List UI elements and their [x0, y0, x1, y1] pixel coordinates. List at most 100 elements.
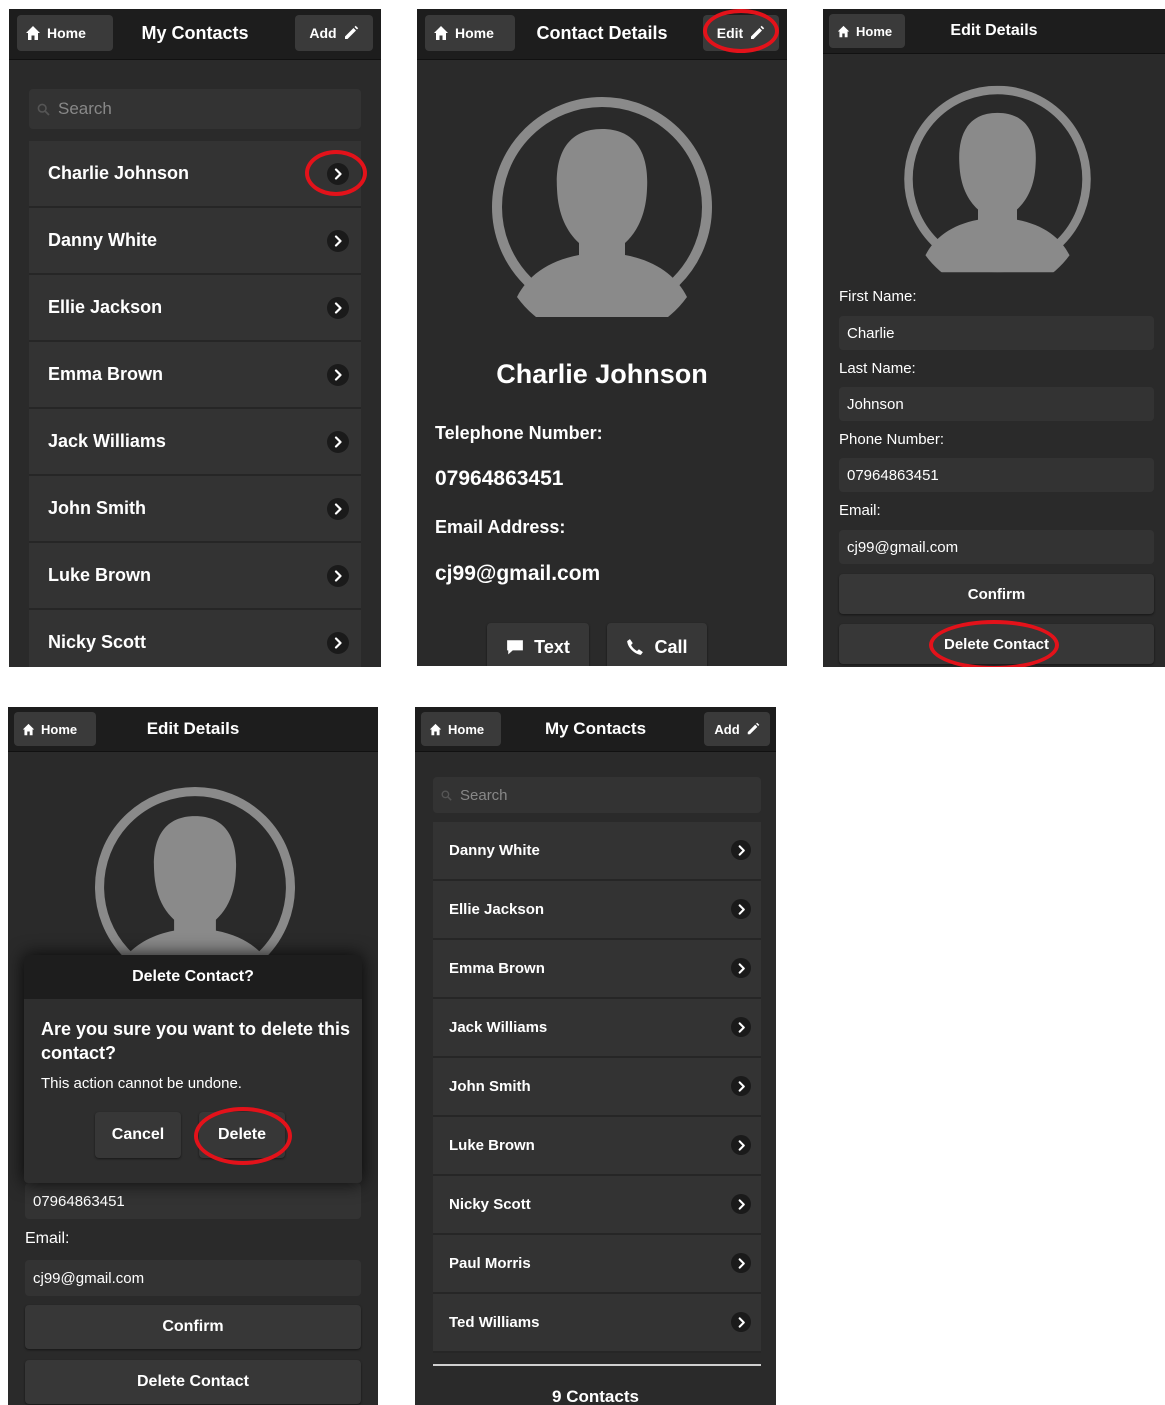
- delete-contact-button[interactable]: Delete Contact: [25, 1360, 361, 1404]
- search-input[interactable]: Search: [29, 89, 361, 129]
- contact-row[interactable]: Jack Williams: [29, 409, 361, 476]
- contact-row[interactable]: Emma Brown: [29, 342, 361, 409]
- add-button[interactable]: Add: [295, 15, 373, 51]
- contact-name: Ted Williams: [449, 1314, 540, 1331]
- add-label: Add: [309, 25, 337, 41]
- screen-delete-confirm: Edit Details Home 07964863451 Email: cj9…: [8, 707, 378, 1405]
- chevron-right-icon[interactable]: [731, 1253, 751, 1273]
- home-button[interactable]: Home: [14, 712, 96, 746]
- chevron-right-icon[interactable]: [327, 163, 349, 185]
- telephone-value: 07964863451: [435, 467, 564, 490]
- contact-name: Ellie Jackson: [48, 297, 163, 317]
- search-icon: [441, 790, 452, 801]
- delete-contact-button[interactable]: Delete Contact: [839, 624, 1154, 664]
- edit-label: Edit: [716, 25, 744, 41]
- contact-row[interactable]: Emma Brown: [433, 940, 761, 999]
- chevron-right-icon[interactable]: [327, 364, 349, 386]
- chevron-right-icon[interactable]: [731, 899, 751, 919]
- home-icon: [25, 25, 41, 41]
- delete-dialog: Delete Contact? Are you sure you want to…: [24, 955, 362, 1183]
- contact-row[interactable]: Ellie Jackson: [29, 275, 361, 342]
- email-field[interactable]: cj99@gmail.com: [839, 530, 1154, 564]
- chevron-right-icon[interactable]: [731, 1017, 751, 1037]
- contact-row[interactable]: Nicky Scott: [433, 1176, 761, 1235]
- chevron-right-icon[interactable]: [327, 431, 349, 453]
- edit-button[interactable]: Edit: [703, 15, 779, 51]
- dialog-question: Are you sure you want to delete this con…: [41, 1019, 351, 1063]
- search-icon: [37, 103, 50, 116]
- contact-name: Luke Brown: [449, 1137, 535, 1154]
- contact-name-heading: Charlie Johnson: [496, 359, 708, 389]
- chevron-right-icon[interactable]: [731, 1135, 751, 1155]
- chevron-right-icon[interactable]: [731, 840, 751, 860]
- contact-row[interactable]: Danny White: [433, 822, 761, 881]
- first-name-field[interactable]: Charlie: [839, 316, 1154, 350]
- contact-row[interactable]: Nicky Scott: [29, 610, 361, 667]
- email-label: Email Address:: [435, 517, 566, 537]
- screen-contact-details: Contact Details Home Edit Charlie Johnso…: [417, 9, 787, 666]
- header-bar: My Contacts Home Add: [9, 9, 381, 60]
- pencil-icon: [749, 25, 765, 41]
- dialog-title: Delete Contact?: [24, 955, 362, 999]
- home-button[interactable]: Home: [425, 15, 515, 51]
- contact-row[interactable]: Paul Morris: [433, 1235, 761, 1294]
- chevron-right-icon[interactable]: [327, 565, 349, 587]
- dialog-note: This action cannot be undone.: [41, 1075, 242, 1092]
- chevron-right-icon[interactable]: [731, 1312, 751, 1332]
- home-label: Home: [47, 25, 86, 41]
- contact-row[interactable]: John Smith: [433, 1058, 761, 1117]
- chevron-right-icon[interactable]: [327, 297, 349, 319]
- contact-count: 9 Contacts: [552, 1387, 639, 1405]
- contact-row[interactable]: Luke Brown: [29, 543, 361, 610]
- contact-row[interactable]: Luke Brown: [433, 1117, 761, 1176]
- text-label: Text: [534, 636, 570, 657]
- delete-button[interactable]: Delete: [199, 1112, 285, 1158]
- telephone-label: Telephone Number:: [435, 423, 603, 443]
- contact-name: Jack Williams: [449, 1019, 548, 1036]
- cancel-button[interactable]: Cancel: [95, 1112, 181, 1158]
- confirm-button[interactable]: Confirm: [839, 574, 1154, 614]
- phone-number-field[interactable]: 07964863451: [25, 1183, 361, 1219]
- contact-row[interactable]: Ted Williams: [433, 1294, 761, 1353]
- contact-name: Ellie Jackson: [449, 901, 545, 918]
- email-label: Email:: [839, 502, 881, 519]
- header-bar: Contact Details Home Edit: [417, 9, 787, 60]
- home-label: Home: [856, 23, 893, 39]
- chevron-right-icon[interactable]: [731, 1076, 751, 1096]
- email-field[interactable]: cj99@gmail.com: [25, 1260, 361, 1296]
- contact-name: John Smith: [449, 1078, 531, 1095]
- chevron-right-icon[interactable]: [327, 230, 349, 252]
- pencil-icon: [746, 722, 760, 736]
- contact-name: Danny White: [449, 842, 540, 859]
- call-button[interactable]: Call: [607, 623, 707, 666]
- chevron-right-icon[interactable]: [731, 958, 751, 978]
- chevron-right-icon[interactable]: [327, 632, 349, 654]
- home-button[interactable]: Home: [17, 15, 113, 51]
- home-button[interactable]: Home: [421, 712, 501, 746]
- phone-number-label: Phone Number:: [839, 431, 945, 448]
- contact-row[interactable]: John Smith: [29, 476, 361, 543]
- contact-name: Jack Williams: [48, 431, 166, 451]
- home-icon: [22, 723, 35, 736]
- confirm-button[interactable]: Confirm: [25, 1305, 361, 1349]
- search-placeholder: Search: [58, 99, 112, 118]
- add-button[interactable]: Add: [704, 712, 770, 746]
- phone-number-field[interactable]: 07964863451: [839, 458, 1154, 492]
- contact-row[interactable]: Jack Williams: [433, 999, 761, 1058]
- contact-row[interactable]: Ellie Jackson: [433, 881, 761, 940]
- chevron-right-icon[interactable]: [731, 1194, 751, 1214]
- phone-icon: [626, 638, 644, 656]
- add-label: Add: [714, 721, 740, 737]
- last-name-field[interactable]: Johnson: [839, 387, 1154, 421]
- chat-bubble-icon: [506, 638, 524, 656]
- chevron-right-icon[interactable]: [327, 498, 349, 520]
- search-input[interactable]: Search: [433, 777, 761, 813]
- home-button[interactable]: Home: [829, 14, 905, 48]
- text-button[interactable]: Text: [487, 623, 589, 666]
- email-label: Email:: [25, 1230, 70, 1247]
- contact-row[interactable]: Danny White: [29, 208, 361, 275]
- contact-row[interactable]: Charlie Johnson: [29, 141, 361, 208]
- header-bar: Edit Details Home: [8, 707, 378, 752]
- contact-name: Danny White: [48, 230, 158, 250]
- contact-name: Charlie Johnson: [48, 163, 190, 183]
